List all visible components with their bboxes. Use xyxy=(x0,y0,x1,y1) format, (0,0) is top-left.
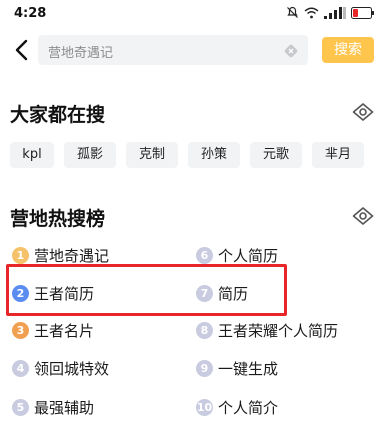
hot-list-label: 个人简历 xyxy=(218,246,279,265)
hot-list-title: 营地热搜榜 xyxy=(10,208,106,230)
hot-list-item[interactable]: 8 王者荣耀个人简历 xyxy=(196,319,338,341)
wifi-icon xyxy=(304,7,319,19)
trending-chip[interactable]: 孙策 xyxy=(188,142,240,168)
status-time: 4:28 xyxy=(14,6,47,21)
trending-chip[interactable]: 克制 xyxy=(126,142,178,168)
chevron-left-icon xyxy=(15,39,28,61)
hot-list-label: 一键生成 xyxy=(218,359,279,378)
hot-list-item[interactable]: 3 王者名片 xyxy=(12,319,94,341)
rank-badge: 5 xyxy=(12,398,29,416)
hot-list-item[interactable]: 4 领回城特效 xyxy=(12,357,109,379)
hot-list-label: 最强辅助 xyxy=(34,398,95,417)
clear-icon[interactable] xyxy=(284,43,298,58)
rank-badge: 3 xyxy=(12,321,29,339)
back-button[interactable] xyxy=(10,37,36,63)
search-button[interactable]: 搜索 xyxy=(322,37,374,63)
eye-icon[interactable] xyxy=(352,101,374,123)
trending-chip[interactable]: 孤影 xyxy=(64,142,116,168)
trending-chip[interactable]: 元歌 xyxy=(250,142,302,168)
rank-badge: 1 xyxy=(12,246,29,264)
hot-list-label: 王者名片 xyxy=(34,321,95,340)
status-icons xyxy=(286,6,375,19)
rank-badge: 10 xyxy=(196,398,213,416)
hot-list-item[interactable]: 10 个人简介 xyxy=(196,396,278,418)
rank-badge: 9 xyxy=(196,359,213,377)
battery-icon xyxy=(351,6,375,19)
eye-icon[interactable] xyxy=(352,205,374,227)
rank-badge: 4 xyxy=(12,359,29,377)
hot-list-label: 王者荣耀个人简历 xyxy=(218,321,339,340)
signal-icon xyxy=(324,6,346,19)
trending-title: 大家都在搜 xyxy=(10,104,106,126)
trending-chip[interactable]: kpl xyxy=(10,142,54,168)
hot-list-item[interactable]: 1 营地奇遇记 xyxy=(12,244,109,266)
hot-list-label: 领回城特效 xyxy=(34,359,110,378)
search-input[interactable]: 营地奇遇记 xyxy=(38,35,308,65)
hot-list-label: 营地奇遇记 xyxy=(34,246,110,265)
mute-icon xyxy=(286,6,299,19)
rank-badge: 8 xyxy=(196,321,213,339)
hot-list-label: 个人简介 xyxy=(218,398,279,417)
hot-list-item[interactable]: 5 最强辅助 xyxy=(12,396,94,418)
highlight-box xyxy=(6,264,287,316)
search-input-value: 营地奇遇记 xyxy=(48,46,114,61)
hot-list-item[interactable]: 9 一键生成 xyxy=(196,357,278,379)
hot-list-item[interactable]: 6 个人简历 xyxy=(196,244,278,266)
rank-badge: 6 xyxy=(196,246,213,264)
trending-chip[interactable]: 芈月 xyxy=(312,142,364,168)
